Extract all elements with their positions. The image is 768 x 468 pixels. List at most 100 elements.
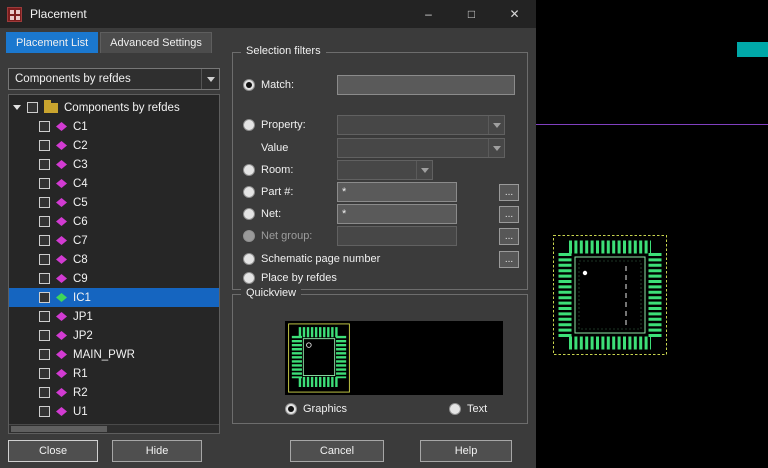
- tree-item-r1[interactable]: R1: [9, 364, 219, 383]
- part-browse-button[interactable]: ...: [499, 183, 519, 201]
- net-group-radio[interactable]: [243, 230, 255, 242]
- help-button[interactable]: Help: [420, 440, 512, 462]
- schematic-page-radio[interactable]: [243, 253, 255, 265]
- checkbox[interactable]: [39, 311, 50, 322]
- pcb-canvas[interactable]: [536, 0, 768, 468]
- components-filter-dropdown[interactable]: Components by refdes: [8, 68, 220, 90]
- close-icon[interactable]: ✕: [493, 0, 536, 28]
- tree-item-label[interactable]: IC1: [73, 292, 91, 304]
- tree-item-c6[interactable]: C6: [9, 212, 219, 231]
- match-row: Match:: [243, 75, 519, 95]
- tree-root-row[interactable]: Components by refdes: [9, 98, 219, 117]
- minimize-button[interactable]: –: [407, 0, 450, 28]
- text-radio[interactable]: [449, 403, 462, 415]
- tree-item-c3[interactable]: C3: [9, 155, 219, 174]
- place-by-refdes-radio[interactable]: [243, 272, 255, 284]
- expand-arrow-icon[interactable]: [13, 105, 21, 110]
- tree-item-c4[interactable]: C4: [9, 174, 219, 193]
- hide-button[interactable]: Hide: [112, 440, 202, 462]
- checkbox[interactable]: [39, 368, 50, 379]
- room-radio[interactable]: [243, 164, 255, 176]
- tree-item-c2[interactable]: C2: [9, 136, 219, 155]
- tree-item-label[interactable]: R1: [73, 368, 88, 380]
- tree-item-label[interactable]: JP1: [73, 311, 93, 323]
- tree-item-main-pwr[interactable]: MAIN_PWR: [9, 345, 219, 364]
- tree-item-label[interactable]: MAIN_PWR: [73, 349, 135, 361]
- part-input[interactable]: [337, 182, 457, 202]
- tree-item-u1[interactable]: U1: [9, 402, 219, 421]
- property-radio[interactable]: [243, 119, 255, 131]
- tree-item-label[interactable]: C8: [73, 254, 88, 266]
- checkbox[interactable]: [39, 235, 50, 246]
- checkbox[interactable]: [39, 140, 50, 151]
- chevron-down-icon[interactable]: [201, 69, 219, 89]
- tab-advanced-settings[interactable]: Advanced Settings: [100, 32, 212, 53]
- component-icon: [56, 369, 67, 378]
- chevron-down-icon[interactable]: [488, 116, 504, 134]
- titlebar[interactable]: Placement – □ ✕: [0, 0, 536, 28]
- tab-bar: Placement List Advanced Settings: [6, 32, 212, 53]
- tree-item-label[interactable]: JP2: [73, 330, 93, 342]
- match-radio[interactable]: [243, 79, 255, 91]
- tree-item-label[interactable]: C9: [73, 273, 88, 285]
- tree-item-c7[interactable]: C7: [9, 231, 219, 250]
- checkbox[interactable]: [39, 254, 50, 265]
- checkbox[interactable]: [39, 349, 50, 360]
- tree-item-ic1[interactable]: IC1: [9, 288, 219, 307]
- graphics-radio[interactable]: [285, 403, 297, 415]
- checkbox[interactable]: [39, 159, 50, 170]
- schematic-page-browse-button[interactable]: ...: [499, 250, 519, 268]
- tree-horizontal-scrollbar[interactable]: [9, 424, 219, 433]
- tree-root-label[interactable]: Components by refdes: [64, 102, 180, 114]
- net-browse-button[interactable]: ...: [499, 205, 519, 223]
- checkbox[interactable]: [27, 102, 38, 113]
- maximize-button[interactable]: □: [450, 0, 493, 28]
- net-input[interactable]: [337, 204, 457, 224]
- checkbox[interactable]: [39, 216, 50, 227]
- checkbox[interactable]: [39, 406, 50, 417]
- tree-item-label[interactable]: C1: [73, 121, 88, 133]
- part-radio[interactable]: [243, 186, 255, 198]
- canvas-teal-marker: [737, 42, 768, 57]
- value-label: Value: [261, 142, 289, 154]
- tree-item-label[interactable]: U1: [73, 406, 88, 418]
- value-dropdown[interactable]: [337, 138, 505, 158]
- tree-item-r2[interactable]: R2: [9, 383, 219, 402]
- checkbox[interactable]: [39, 121, 50, 132]
- tree-item-label[interactable]: C4: [73, 178, 88, 190]
- tree-item-c5[interactable]: C5: [9, 193, 219, 212]
- tree-item-label[interactable]: C7: [73, 235, 88, 247]
- tree-item-label[interactable]: C6: [73, 216, 88, 228]
- checkbox[interactable]: [39, 273, 50, 284]
- component-icon: [56, 198, 67, 207]
- tree-item-label[interactable]: C3: [73, 159, 88, 171]
- tree-item-label[interactable]: C5: [73, 197, 88, 209]
- chevron-down-icon[interactable]: [416, 161, 432, 179]
- tree-item-label[interactable]: R2: [73, 387, 88, 399]
- scrollbar-thumb[interactable]: [11, 426, 107, 432]
- tree-item-jp2[interactable]: JP2: [9, 326, 219, 345]
- tree-item-jp1[interactable]: JP1: [9, 307, 219, 326]
- tree-item-c9[interactable]: C9: [9, 269, 219, 288]
- checkbox[interactable]: [39, 387, 50, 398]
- net-radio[interactable]: [243, 208, 255, 220]
- net-label: Net:: [261, 208, 282, 220]
- property-dropdown[interactable]: [337, 115, 505, 135]
- cancel-button[interactable]: Cancel: [290, 440, 384, 462]
- net-group-browse-button[interactable]: ...: [499, 227, 519, 245]
- screen: Placement – □ ✕ Placement List Advanced …: [0, 0, 768, 468]
- tree-item-c1[interactable]: C1: [9, 117, 219, 136]
- checkbox[interactable]: [39, 292, 50, 303]
- close-button[interactable]: Close: [8, 440, 98, 462]
- chevron-down-icon[interactable]: [488, 139, 504, 157]
- pcb-footprint-ic1[interactable]: [552, 234, 668, 356]
- tree-item-label[interactable]: C2: [73, 140, 88, 152]
- tab-placement-list[interactable]: Placement List: [6, 32, 99, 53]
- room-dropdown[interactable]: [337, 160, 433, 180]
- net-group-input[interactable]: [337, 226, 457, 246]
- checkbox[interactable]: [39, 330, 50, 341]
- tree-item-c8[interactable]: C8: [9, 250, 219, 269]
- checkbox[interactable]: [39, 197, 50, 208]
- checkbox[interactable]: [39, 178, 50, 189]
- match-input[interactable]: [337, 75, 515, 95]
